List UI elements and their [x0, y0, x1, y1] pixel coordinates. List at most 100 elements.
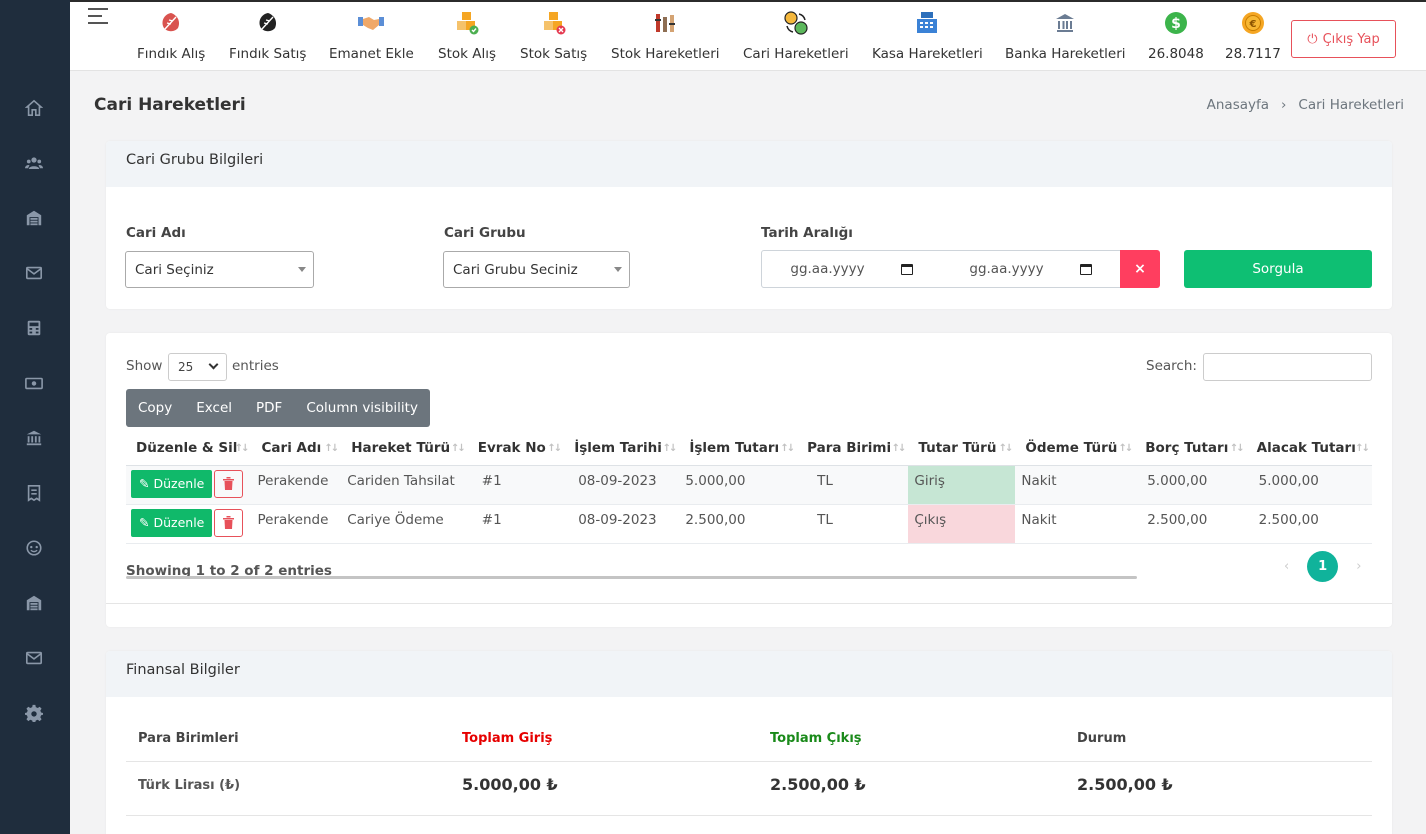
clear-date-button[interactable]: ×: [1120, 250, 1160, 288]
receipt-icon[interactable]: [23, 482, 45, 504]
sort-icon: ↑↓: [1118, 443, 1133, 454]
filter-card: Cari Grubu Bilgileri Cari Adı Cari Seçin…: [106, 141, 1392, 309]
calendar-icon[interactable]: [1079, 263, 1092, 275]
trash-icon: [223, 516, 235, 529]
cell-tarih: 08-09-2023: [564, 465, 680, 505]
col-header-alacak[interactable]: Alacak Tutarı ↑↓: [1246, 431, 1372, 466]
pencil-icon: ✎: [139, 476, 150, 491]
logout-button[interactable]: ⏻ Çıkış Yap: [1291, 20, 1396, 58]
col-header-borc[interactable]: Borç Tutarı ↑↓: [1135, 431, 1247, 466]
group-select[interactable]: Cari Grubu Seciniz: [443, 251, 630, 288]
calculator-icon[interactable]: [23, 317, 45, 339]
gear-icon[interactable]: [23, 702, 45, 724]
cell-hareket: Cariye Ödeme: [341, 504, 468, 544]
nav-findik-alis[interactable]: Fındık Alış: [137, 10, 205, 62]
col-header-para[interactable]: Para Birimi ↑↓: [797, 431, 909, 466]
col-header-cari[interactable]: Cari Adı ↑↓: [251, 431, 342, 466]
breadcrumb: Anasayfa › Cari Hareketleri: [1207, 97, 1404, 113]
cell-borc: 5.000,00: [1135, 465, 1247, 505]
search-label: Search:: [1146, 358, 1197, 374]
next-page-button[interactable]: ›: [1356, 559, 1361, 574]
currency-name: Türk Lirası (₺): [138, 778, 241, 793]
date-start-input[interactable]: gg.aa.yyyy: [761, 250, 942, 288]
nav-eur-rate[interactable]: € 28.7117: [1225, 10, 1281, 62]
entries-label: entries: [232, 358, 279, 374]
page-1-button[interactable]: 1: [1307, 551, 1339, 582]
menu-toggle-icon[interactable]: [88, 8, 108, 26]
query-button[interactable]: Sorgula: [1184, 250, 1372, 288]
nav-cari-hareketleri[interactable]: Cari Hareketleri: [743, 10, 849, 62]
edit-button[interactable]: ✎ Düzenle: [131, 469, 213, 498]
cell-alacak: 5.000,00: [1246, 465, 1372, 505]
copy-button[interactable]: Copy: [126, 389, 184, 427]
excel-button[interactable]: Excel: [184, 389, 244, 427]
page-title: Cari Hareketleri: [94, 95, 246, 115]
finance-row: Türk Lirası (₺) 5.000,00 ₺ 2.500,00 ₺ 2.…: [126, 762, 1372, 816]
total-out-value: 2.500,00 ₺: [770, 775, 866, 794]
table-row: ✎ Düzenle Perakende Cariye Ödeme #1 08-09…: [126, 504, 1372, 544]
cari-select[interactable]: Cari Seçiniz: [125, 251, 314, 288]
boxes-in-icon: [454, 10, 480, 36]
cell-evrak: #1: [467, 465, 565, 505]
chevron-down-icon: [208, 359, 219, 370]
nav-stok-hareketleri[interactable]: Stok Hareketleri: [611, 10, 720, 62]
col-header-tur[interactable]: Tutar Türü ↑↓: [908, 431, 1016, 466]
export-buttons: Copy Excel PDF Column visibility: [126, 389, 430, 427]
col-header-tarih[interactable]: İşlem Tarihi ↑↓: [564, 431, 680, 466]
breadcrumb-home[interactable]: Anasayfa: [1207, 97, 1269, 113]
cell-para: TL: [797, 465, 909, 505]
nav-stok-satis[interactable]: Stok Satış: [520, 10, 587, 62]
cell-para: TL: [797, 504, 909, 544]
col-header-tutar[interactable]: İşlem Tutarı ↑↓: [679, 431, 798, 466]
svg-text:$: $: [1171, 16, 1181, 32]
nav-stok-alis[interactable]: Stok Alış: [438, 10, 496, 62]
horizontal-scrollbar[interactable]: [126, 576, 1137, 579]
cash-register-icon: [914, 10, 940, 36]
calendar-icon[interactable]: [900, 263, 913, 275]
home-icon[interactable]: [23, 97, 45, 119]
column-visibility-button[interactable]: Column visibility: [294, 389, 430, 427]
sidebar: [0, 0, 70, 834]
svg-text:€: €: [1248, 19, 1256, 30]
exchange-icon: [783, 10, 809, 36]
prev-page-button[interactable]: ‹: [1284, 559, 1289, 574]
bank-icon: [1052, 10, 1078, 36]
date-end-input[interactable]: gg.aa.yyyy: [941, 250, 1121, 288]
users-icon[interactable]: [23, 152, 45, 174]
cell-tutar: 5.000,00: [679, 465, 798, 505]
page-length-select[interactable]: 25: [168, 353, 227, 381]
nav-usd-rate[interactable]: $ 26.8048: [1148, 10, 1204, 62]
delete-button[interactable]: [214, 508, 244, 537]
mail-icon[interactable]: [23, 262, 45, 284]
finance-card: Finansal Bilgiler Para Birimleri Toplam …: [106, 651, 1392, 834]
bank-icon[interactable]: [23, 427, 45, 449]
boxes-out-icon: [541, 10, 567, 36]
pdf-button[interactable]: PDF: [244, 389, 294, 427]
mail-icon[interactable]: [23, 647, 45, 669]
power-icon: ⏻: [1307, 31, 1318, 47]
breadcrumb-current: Cari Hareketleri: [1298, 97, 1404, 113]
total-in-column-header: Toplam Giriş: [462, 731, 553, 746]
show-label: Show: [126, 358, 163, 374]
col-header-evrak[interactable]: Evrak No ↑↓: [467, 431, 565, 466]
col-header-odeme[interactable]: Ödeme Türü ↑↓: [1015, 431, 1136, 466]
money-icon[interactable]: [23, 372, 45, 394]
edit-button[interactable]: ✎ Düzenle: [131, 508, 213, 537]
row-actions: ✎ Düzenle: [126, 465, 252, 505]
nav-banka-hareketleri[interactable]: Banka Hareketleri: [1005, 10, 1126, 62]
nav-kasa-hareketleri[interactable]: Kasa Hareketleri: [872, 10, 983, 62]
warehouse-icon[interactable]: [23, 592, 45, 614]
col-header-hareket[interactable]: Hareket Türü ↑↓: [341, 431, 468, 466]
search-input[interactable]: [1203, 353, 1372, 381]
nav-emanet-ekle[interactable]: Emanet Ekle: [329, 10, 414, 62]
trash-icon: [223, 477, 235, 490]
nav-findik-satis[interactable]: Fındık Satış: [229, 10, 306, 62]
row-actions: ✎ Düzenle: [126, 504, 252, 544]
cell-hareket: Cariden Tahsilat: [341, 465, 468, 505]
warehouse-icon[interactable]: [23, 207, 45, 229]
dropdown-caret-icon: [298, 267, 306, 272]
delete-button[interactable]: [214, 469, 244, 498]
col-header-edit[interactable]: Düzenle & Sil ↑↓: [126, 431, 252, 466]
total-in-value: 5.000,00 ₺: [462, 775, 558, 794]
support-icon[interactable]: [23, 537, 45, 559]
